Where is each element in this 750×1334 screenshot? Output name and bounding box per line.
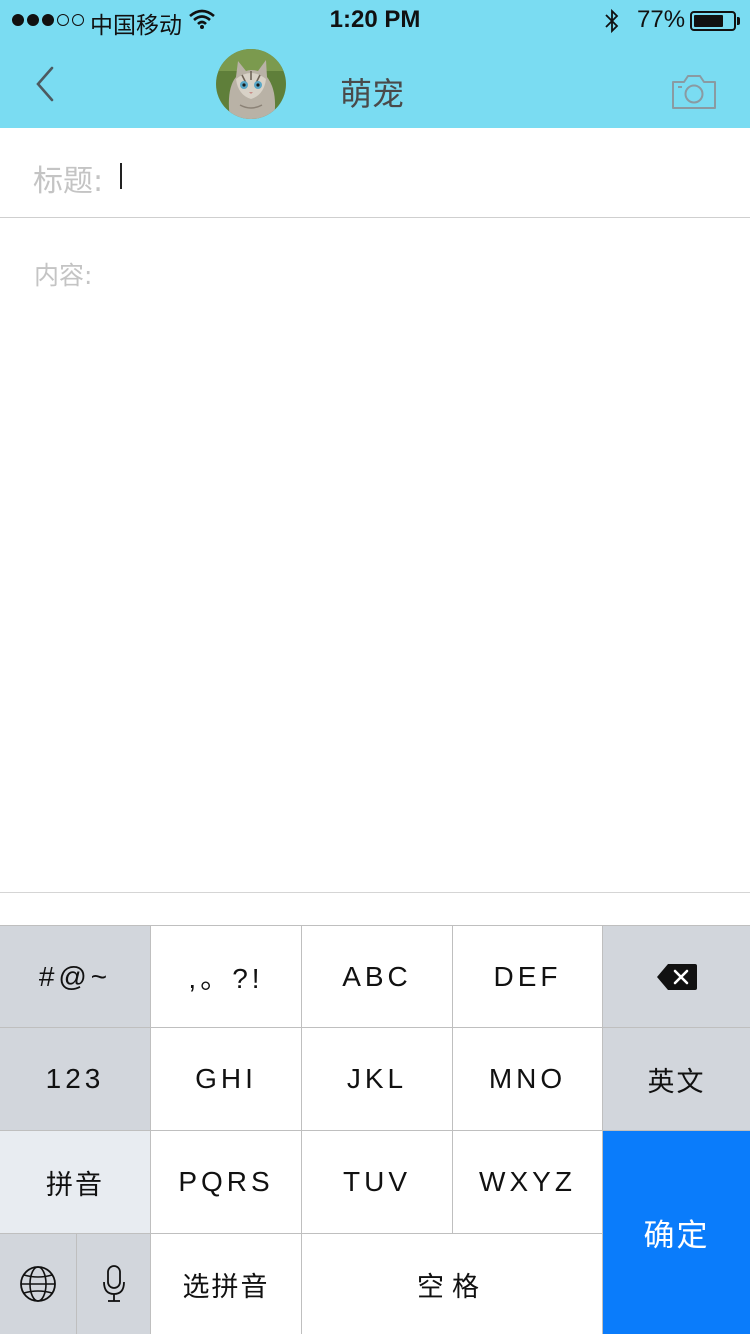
key-pinyin[interactable]: 拼音 <box>0 1131 151 1234</box>
page-title: 萌宠 <box>340 75 405 113</box>
cat-avatar <box>216 49 286 119</box>
key-123[interactable]: 123 <box>0 1028 151 1131</box>
key-def[interactable]: DEF <box>453 926 603 1028</box>
space-button[interactable]: 空格 <box>302 1234 603 1334</box>
globe-button[interactable] <box>0 1234 77 1334</box>
key-wxyz[interactable]: WXYZ <box>453 1131 603 1234</box>
key-tuv[interactable]: TUV <box>302 1131 453 1234</box>
backspace-icon <box>656 963 697 990</box>
text-cursor <box>120 163 122 189</box>
mic-button[interactable] <box>77 1234 151 1334</box>
key-pqrs[interactable]: PQRS <box>151 1131 302 1234</box>
key-jkl[interactable]: JKL <box>302 1028 453 1131</box>
battery-icon <box>690 11 736 31</box>
battery-percent: 77% <box>637 6 686 33</box>
title-input[interactable] <box>114 150 714 196</box>
globe-icon <box>20 1266 56 1302</box>
title-row: 标题: <box>0 128 750 218</box>
content-input[interactable] <box>30 290 720 880</box>
key-select-pinyin[interactable]: 选拼音 <box>151 1234 302 1334</box>
content-label: 内容: <box>34 261 93 290</box>
confirm-button[interactable]: 确定 <box>603 1131 750 1334</box>
key-english[interactable]: 英文 <box>603 1028 750 1131</box>
key-punctuation[interactable]: ,。?! <box>151 926 302 1028</box>
key-mno[interactable]: MNO <box>453 1028 603 1131</box>
key-abc[interactable]: ABC <box>302 926 453 1028</box>
delete-button[interactable] <box>603 926 750 1028</box>
divider <box>0 892 750 893</box>
microphone-icon <box>102 1265 125 1302</box>
key-ghi[interactable]: GHI <box>151 1028 302 1131</box>
bluetooth-icon <box>605 8 619 34</box>
key-symbols[interactable]: #@~ <box>0 926 151 1028</box>
status-bar: 中国移动 1:20 PM 77% <box>0 0 750 40</box>
back-button[interactable] <box>30 64 60 104</box>
camera-icon[interactable] <box>670 72 718 112</box>
title-label: 标题: <box>33 164 104 199</box>
